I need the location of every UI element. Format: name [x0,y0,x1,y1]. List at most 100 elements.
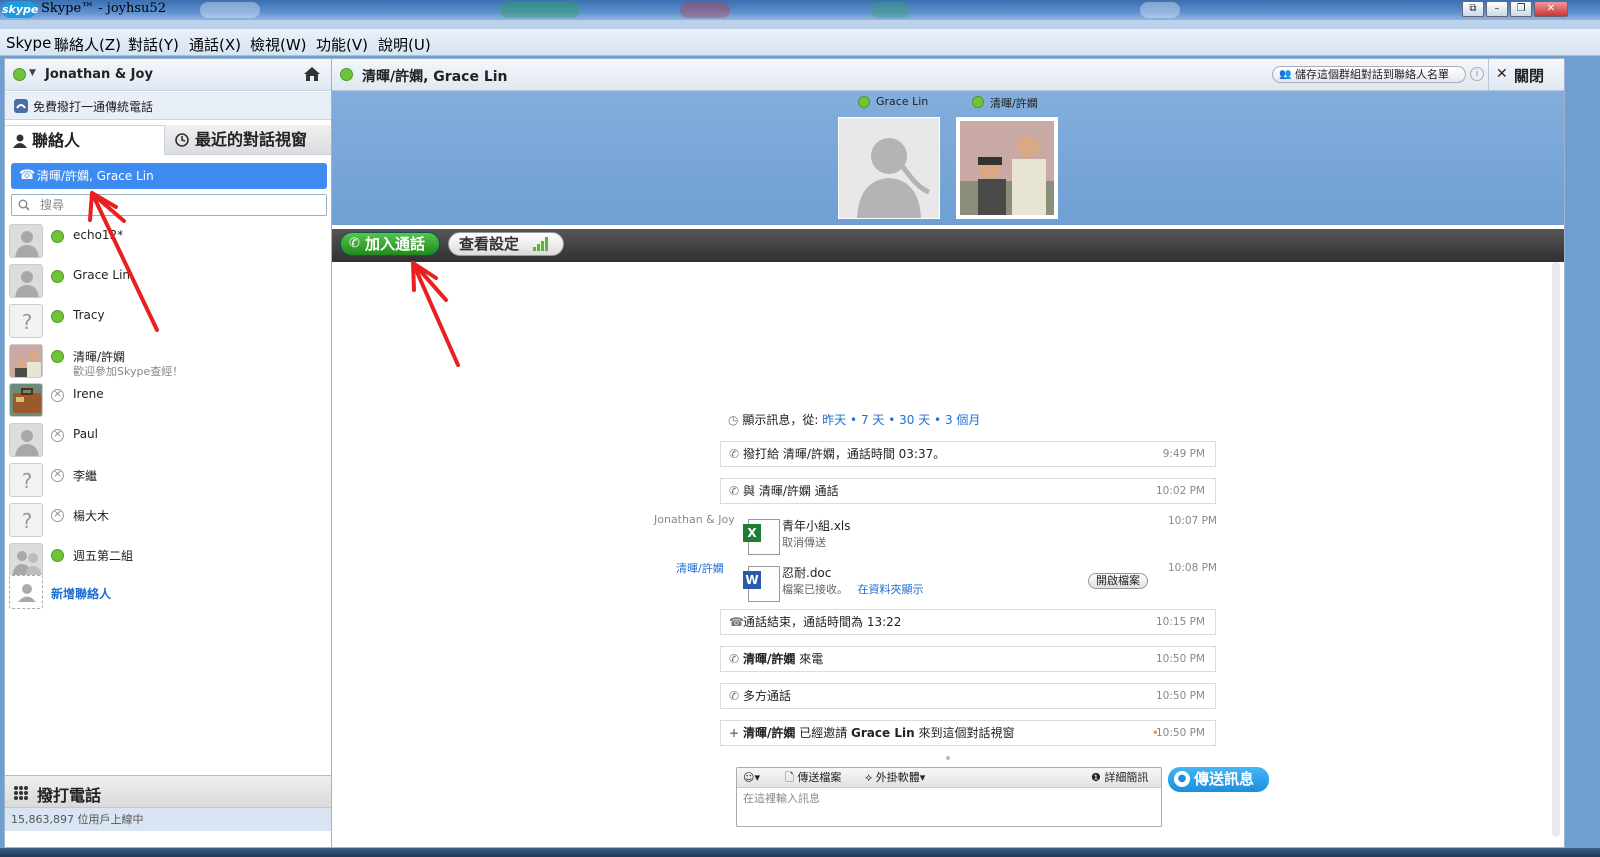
tab-contacts[interactable]: 聯絡人 [5,125,165,155]
add-contact-label: 新增聯絡人 [51,587,112,601]
message-input[interactable]: 在這裡輸入訊息 [743,790,820,806]
menu-view[interactable]: 檢視(W) [250,34,307,55]
svg-text:?: ? [22,310,33,334]
event-text: 撥打給 清暉/許嫻，通話時間 03:37。 [743,447,946,461]
contact-item[interactable]: ? 李繼 [5,461,333,501]
history-7-days[interactable]: 7 天 [861,413,884,427]
contact-item[interactable]: ? 楊大木 [5,501,333,541]
send-file-button[interactable]: 🗋 傳送檔案 [785,768,841,788]
event-text-rest: 已經邀請 [795,726,852,740]
home-icon[interactable] [303,66,321,82]
maximize-button[interactable]: ❐ [1510,1,1532,17]
file-name[interactable]: 忍耐.doc [782,564,831,581]
avatar: ? [9,463,43,497]
restore-icon[interactable]: ⧉ [1462,1,1484,17]
menu-conversations[interactable]: 對話(Y) [128,34,179,55]
chat-icon: ● [1174,771,1190,787]
file-status: 檔案已接收。 [782,583,848,596]
open-file-button[interactable]: 開啟檔案 [1088,573,1148,589]
conversation-pane: 清暉/許嫻, Grace Lin 👥 儲存這個群組對話到聯絡人名單 i ✕ 關閉… [331,58,1565,848]
participants-panel: Grace Lin 清暉/許嫻 [332,91,1564,225]
profile-name[interactable]: Jonathan & Joy [45,67,153,82]
file-time: 10:07 PM [1168,515,1217,527]
online-status-icon [51,230,64,243]
contact-item[interactable]: Grace Lin [5,262,333,302]
contact-name: echo12* [73,228,124,242]
view-settings-label: 查看設定 [459,235,520,253]
add-contact-item[interactable]: 新增聯絡人 [5,573,333,613]
tab-recent[interactable]: 最近的對話視窗 [165,125,333,155]
scrollbar[interactable] [1549,262,1563,842]
offline-status-icon [51,427,64,442]
plus-icon: + [729,726,740,740]
info-icon[interactable]: i [1470,67,1484,81]
search-input[interactable]: 搜尋 [11,194,327,216]
view-settings-button[interactable]: 查看設定 [448,232,564,256]
save-group-button[interactable]: 👥 儲存這個群組對話到聯絡人名單 [1272,66,1466,83]
contact-item[interactable]: ? Tracy [5,302,333,342]
phone-icon: ✆ [729,652,740,666]
event-time: 10:15 PM [1156,616,1205,628]
contact-item[interactable]: Irene [5,381,333,421]
word-file-icon[interactable]: W [743,566,780,602]
close-icon[interactable]: ✕ [1496,66,1508,82]
scrollbar-thumb[interactable] [1552,262,1560,837]
online-status-icon[interactable] [13,68,26,81]
contact-name: Grace Lin [73,268,131,282]
profile-button[interactable]: ❶ 詳細簡訊 [1091,768,1148,788]
history-3-months[interactable]: 3 個月 [945,413,980,427]
title-bar-border [0,20,1600,29]
event-time: 9:49 PM [1162,448,1205,460]
plugin-icon: ⟡ [865,771,873,784]
file-sender[interactable]: 清暉/許嫻 [676,560,724,576]
free-call-banner[interactable]: 免費撥打一通傳統電話 [5,92,333,120]
active-conversation-label: 清暉/許嫻, Grace Lin [37,169,154,183]
emoticon-button[interactable]: ☺▾ [743,768,760,788]
close-window-button[interactable]: ✕ [1534,1,1568,17]
file-sender: Jonathan & Joy [654,513,735,526]
event-person: Grace Lin [851,726,915,740]
menu-call[interactable]: 通話(X) [189,34,241,55]
sidebar: ▼ Jonathan & Joy 免費撥打一通傳統電話 聯絡人 最近的對話視窗 … [4,58,334,848]
active-conversation-item[interactable]: ☎ 清暉/許嫻, Grace Lin [11,163,327,189]
join-call-label: 加入通話 [365,235,426,253]
clock-icon: ◷ [728,413,739,427]
menu-tools[interactable]: 功能(V) [316,34,368,55]
offline-status-icon [51,467,64,482]
resize-handle[interactable] [946,756,950,760]
menu-skype[interactable]: Skype [6,34,51,52]
menu-help[interactable]: 說明(U) [378,34,431,55]
header-divider [1488,59,1489,91]
close-conversation-button[interactable]: 關閉 [1514,65,1544,86]
participant-avatar-couple[interactable] [956,117,1058,219]
contact-item[interactable]: echo12* [5,222,333,262]
show-in-folder-link[interactable]: 在資料夾顯示 [858,583,924,596]
contact-item[interactable]: 清暉/許嫻 歡迎參加Skype查經！ [5,342,333,382]
invite-event: + 清暉/許嫻 已經邀請 Grace Lin 來到這個對話視窗 • 10:50 … [720,720,1216,746]
participant-avatar-grace[interactable] [838,117,940,219]
join-call-button[interactable]: ✆ 加入通話 [340,232,440,256]
menu-contacts[interactable]: 聯絡人(Z) [54,34,121,55]
excel-file-icon[interactable]: X [743,519,780,555]
avatar: ? [9,503,43,537]
dialpad-icon [14,786,28,800]
participant-name: Grace Lin [876,95,929,108]
group-status-icon [340,68,353,81]
taskbar-blur [870,2,910,18]
contact-item[interactable]: Paul [5,421,333,461]
avatar [9,543,43,577]
event-time: 10:50 PM [1156,690,1205,702]
call-phones-label: 撥打電話 [37,786,102,805]
file-name[interactable]: 青年小組.xls [782,517,851,534]
history-30-days[interactable]: 30 天 [899,413,930,427]
call-phones-button[interactable]: 撥打電話 [5,775,333,807]
separator: • [850,413,858,427]
send-message-button[interactable]: ● 傳送訊息 [1168,767,1269,792]
online-status-icon [51,270,64,283]
status-dropdown-icon[interactable]: ▼ [29,68,36,78]
profile-bar[interactable]: ▼ Jonathan & Joy [5,59,333,91]
plugins-button[interactable]: ⟡ 外掛軟體▾ [865,768,925,788]
minimize-button[interactable]: – [1486,1,1508,17]
excel-icon: X [743,524,761,542]
history-yesterday[interactable]: 昨天 [822,413,846,427]
